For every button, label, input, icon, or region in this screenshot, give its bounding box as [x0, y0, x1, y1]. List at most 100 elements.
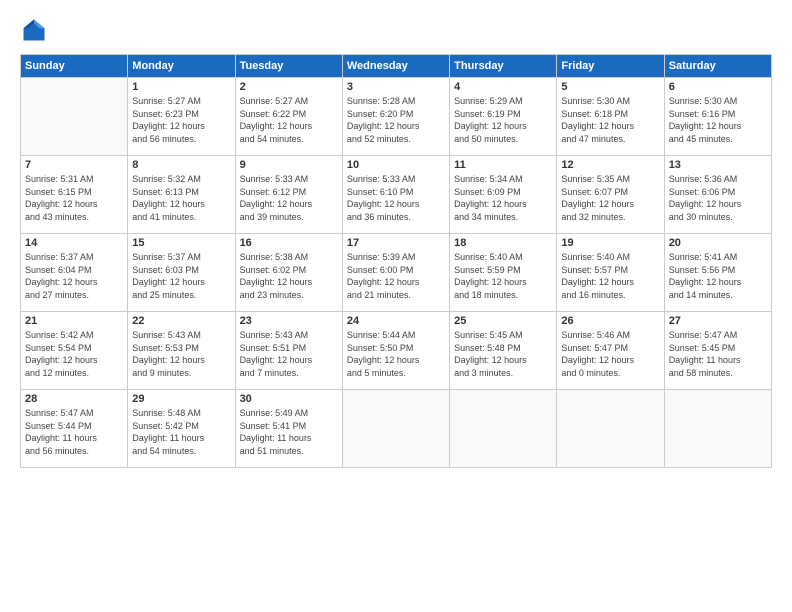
calendar: SundayMondayTuesdayWednesdayThursdayFrid… — [20, 54, 772, 468]
day-number: 7 — [25, 159, 123, 171]
logo-icon — [20, 16, 48, 44]
day-info: Sunrise: 5:27 AM Sunset: 6:22 PM Dayligh… — [240, 95, 338, 145]
day-info: Sunrise: 5:33 AM Sunset: 6:12 PM Dayligh… — [240, 173, 338, 223]
day-info: Sunrise: 5:35 AM Sunset: 6:07 PM Dayligh… — [561, 173, 659, 223]
day-number: 28 — [25, 393, 123, 405]
calendar-cell: 9 Sunrise: 5:33 AM Sunset: 6:12 PM Daylig… — [235, 156, 342, 234]
day-info: Sunrise: 5:32 AM Sunset: 6:13 PM Dayligh… — [132, 173, 230, 223]
day-number: 4 — [454, 81, 552, 93]
calendar-cell — [557, 390, 664, 468]
day-number: 29 — [132, 393, 230, 405]
day-info: Sunrise: 5:30 AM Sunset: 6:18 PM Dayligh… — [561, 95, 659, 145]
day-number: 18 — [454, 237, 552, 249]
day-info: Sunrise: 5:38 AM Sunset: 6:02 PM Dayligh… — [240, 251, 338, 301]
calendar-cell: 1 Sunrise: 5:27 AM Sunset: 6:23 PM Daylig… — [128, 78, 235, 156]
calendar-cell: 28 Sunrise: 5:47 AM Sunset: 5:44 PM Dayli… — [21, 390, 128, 468]
calendar-cell: 2 Sunrise: 5:27 AM Sunset: 6:22 PM Daylig… — [235, 78, 342, 156]
day-number: 27 — [669, 315, 767, 327]
day-info: Sunrise: 5:34 AM Sunset: 6:09 PM Dayligh… — [454, 173, 552, 223]
day-number: 23 — [240, 315, 338, 327]
day-info: Sunrise: 5:39 AM Sunset: 6:00 PM Dayligh… — [347, 251, 445, 301]
day-info: Sunrise: 5:43 AM Sunset: 5:51 PM Dayligh… — [240, 329, 338, 379]
calendar-cell: 13Sunrise: 5:36 AM Sunset: 6:06 PM Dayli… — [664, 156, 771, 234]
day-number: 1 — [132, 81, 230, 93]
day-info: Sunrise: 5:47 AM Sunset: 5:44 PM Dayligh… — [25, 407, 123, 457]
day-info: Sunrise: 5:29 AM Sunset: 6:19 PM Dayligh… — [454, 95, 552, 145]
calendar-cell: 21 Sunrise: 5:42 AM Sunset: 5:54 PM Dayli… — [21, 312, 128, 390]
calendar-cell: 23 Sunrise: 5:43 AM Sunset: 5:51 PM Dayli… — [235, 312, 342, 390]
weekday-header: Saturday — [664, 55, 771, 78]
day-info: Sunrise: 5:40 AM Sunset: 5:57 PM Dayligh… — [561, 251, 659, 301]
calendar-week-row: 21 Sunrise: 5:42 AM Sunset: 5:54 PM Dayli… — [21, 312, 772, 390]
day-info: Sunrise: 5:37 AM Sunset: 6:03 PM Dayligh… — [132, 251, 230, 301]
day-number: 8 — [132, 159, 230, 171]
calendar-cell — [664, 390, 771, 468]
weekday-header: Wednesday — [342, 55, 449, 78]
calendar-week-row: 14Sunrise: 5:37 AM Sunset: 6:04 PM Dayli… — [21, 234, 772, 312]
calendar-cell: 30 Sunrise: 5:49 AM Sunset: 5:41 PM Dayli… — [235, 390, 342, 468]
day-info: Sunrise: 5:40 AM Sunset: 5:59 PM Dayligh… — [454, 251, 552, 301]
day-info: Sunrise: 5:37 AM Sunset: 6:04 PM Dayligh… — [25, 251, 123, 301]
day-info: Sunrise: 5:47 AM Sunset: 5:45 PM Dayligh… — [669, 329, 767, 379]
day-number: 22 — [132, 315, 230, 327]
calendar-cell: 3 Sunrise: 5:28 AM Sunset: 6:20 PM Daylig… — [342, 78, 449, 156]
calendar-cell: 4 Sunrise: 5:29 AM Sunset: 6:19 PM Daylig… — [450, 78, 557, 156]
calendar-cell: 11 Sunrise: 5:34 AM Sunset: 6:09 PM Dayli… — [450, 156, 557, 234]
weekday-header: Monday — [128, 55, 235, 78]
calendar-cell: 17 Sunrise: 5:39 AM Sunset: 6:00 PM Dayli… — [342, 234, 449, 312]
calendar-cell: 10 Sunrise: 5:33 AM Sunset: 6:10 PM Dayli… — [342, 156, 449, 234]
day-info: Sunrise: 5:44 AM Sunset: 5:50 PM Dayligh… — [347, 329, 445, 379]
calendar-week-row: 1 Sunrise: 5:27 AM Sunset: 6:23 PM Daylig… — [21, 78, 772, 156]
calendar-cell: 19 Sunrise: 5:40 AM Sunset: 5:57 PM Dayli… — [557, 234, 664, 312]
day-info: Sunrise: 5:41 AM Sunset: 5:56 PM Dayligh… — [669, 251, 767, 301]
day-info: Sunrise: 5:49 AM Sunset: 5:41 PM Dayligh… — [240, 407, 338, 457]
day-number: 21 — [25, 315, 123, 327]
day-info: Sunrise: 5:48 AM Sunset: 5:42 PM Dayligh… — [132, 407, 230, 457]
weekday-header: Friday — [557, 55, 664, 78]
weekday-header: Sunday — [21, 55, 128, 78]
day-info: Sunrise: 5:28 AM Sunset: 6:20 PM Dayligh… — [347, 95, 445, 145]
calendar-cell: 5 Sunrise: 5:30 AM Sunset: 6:18 PM Daylig… — [557, 78, 664, 156]
calendar-cell: 20 Sunrise: 5:41 AM Sunset: 5:56 PM Dayli… — [664, 234, 771, 312]
day-number: 24 — [347, 315, 445, 327]
day-number: 10 — [347, 159, 445, 171]
day-number: 17 — [347, 237, 445, 249]
day-number: 12 — [561, 159, 659, 171]
logo — [20, 16, 52, 44]
calendar-cell: 16Sunrise: 5:38 AM Sunset: 6:02 PM Dayli… — [235, 234, 342, 312]
day-info: Sunrise: 5:42 AM Sunset: 5:54 PM Dayligh… — [25, 329, 123, 379]
calendar-cell: 12 Sunrise: 5:35 AM Sunset: 6:07 PM Dayli… — [557, 156, 664, 234]
day-number: 13 — [669, 159, 767, 171]
calendar-cell: 18 Sunrise: 5:40 AM Sunset: 5:59 PM Dayli… — [450, 234, 557, 312]
calendar-cell — [342, 390, 449, 468]
day-info: Sunrise: 5:46 AM Sunset: 5:47 PM Dayligh… — [561, 329, 659, 379]
calendar-week-row: 28 Sunrise: 5:47 AM Sunset: 5:44 PM Dayli… — [21, 390, 772, 468]
day-number: 19 — [561, 237, 659, 249]
day-number: 5 — [561, 81, 659, 93]
day-number: 25 — [454, 315, 552, 327]
weekday-header: Thursday — [450, 55, 557, 78]
day-number: 3 — [347, 81, 445, 93]
day-number: 15 — [132, 237, 230, 249]
day-info: Sunrise: 5:45 AM Sunset: 5:48 PM Dayligh… — [454, 329, 552, 379]
day-number: 9 — [240, 159, 338, 171]
calendar-cell: 24 Sunrise: 5:44 AM Sunset: 5:50 PM Dayli… — [342, 312, 449, 390]
day-info: Sunrise: 5:30 AM Sunset: 6:16 PM Dayligh… — [669, 95, 767, 145]
calendar-cell: 8 Sunrise: 5:32 AM Sunset: 6:13 PM Daylig… — [128, 156, 235, 234]
day-info: Sunrise: 5:43 AM Sunset: 5:53 PM Dayligh… — [132, 329, 230, 379]
calendar-cell: 26Sunrise: 5:46 AM Sunset: 5:47 PM Dayli… — [557, 312, 664, 390]
weekday-header-row: SundayMondayTuesdayWednesdayThursdayFrid… — [21, 55, 772, 78]
day-info: Sunrise: 5:27 AM Sunset: 6:23 PM Dayligh… — [132, 95, 230, 145]
day-number: 2 — [240, 81, 338, 93]
calendar-cell — [450, 390, 557, 468]
day-number: 11 — [454, 159, 552, 171]
calendar-week-row: 7Sunrise: 5:31 AM Sunset: 6:15 PM Daylig… — [21, 156, 772, 234]
day-number: 20 — [669, 237, 767, 249]
day-number: 30 — [240, 393, 338, 405]
calendar-cell: 27 Sunrise: 5:47 AM Sunset: 5:45 PM Dayli… — [664, 312, 771, 390]
calendar-cell: 14Sunrise: 5:37 AM Sunset: 6:04 PM Dayli… — [21, 234, 128, 312]
calendar-cell: 22 Sunrise: 5:43 AM Sunset: 5:53 PM Dayli… — [128, 312, 235, 390]
calendar-cell: 25 Sunrise: 5:45 AM Sunset: 5:48 PM Dayli… — [450, 312, 557, 390]
day-info: Sunrise: 5:33 AM Sunset: 6:10 PM Dayligh… — [347, 173, 445, 223]
calendar-cell: 29 Sunrise: 5:48 AM Sunset: 5:42 PM Dayli… — [128, 390, 235, 468]
